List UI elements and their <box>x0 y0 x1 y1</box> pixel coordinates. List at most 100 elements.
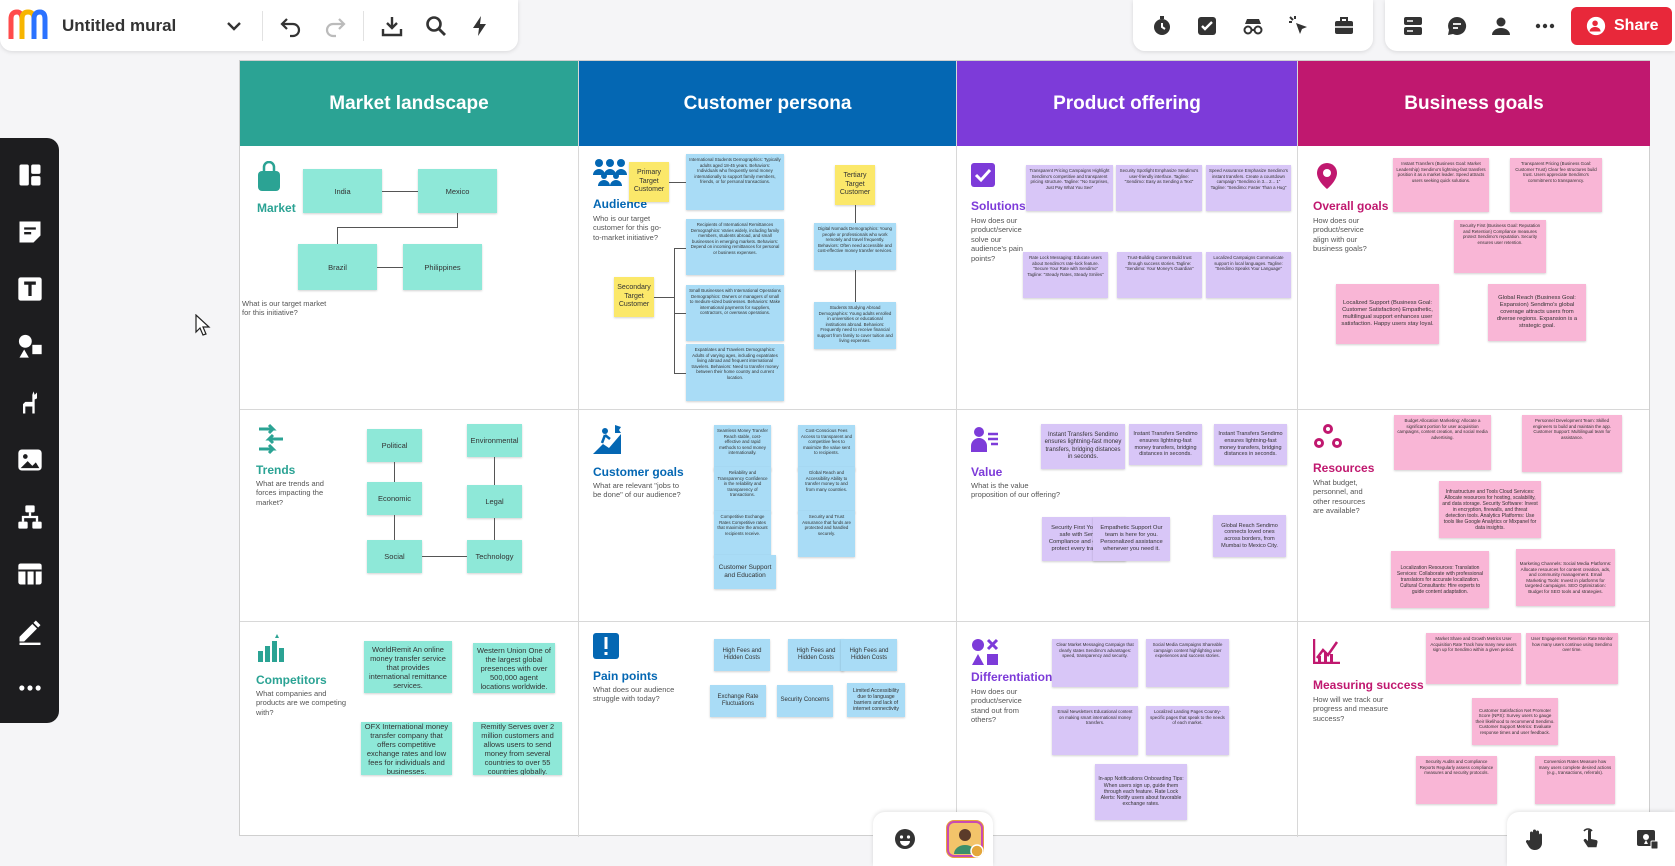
sticky-note[interactable]: Marketing Channels: Social Media Platfor… <box>1516 549 1615 606</box>
sticky-note[interactable]: High Fees and Hidden Costs <box>788 639 844 671</box>
sticky-note[interactable]: OFX International money transfer company… <box>361 722 452 775</box>
persona-label[interactable]: Primary Target Customer <box>629 162 669 202</box>
lightning-icon[interactable] <box>458 4 502 48</box>
touch-gesture-icon[interactable] <box>1569 817 1613 861</box>
map-navigator-icon[interactable] <box>1625 817 1669 861</box>
sticky-note[interactable]: Empathetic Support Our team is here for … <box>1093 517 1170 561</box>
sticky-note[interactable]: Cost-Conscious Fees Access to transparen… <box>798 425 855 471</box>
sticky-note[interactable]: High Fees and Hidden Costs <box>841 639 897 671</box>
sticky-note[interactable]: Limited Accessibility due to language ba… <box>847 683 905 717</box>
llama-icon[interactable] <box>0 374 59 431</box>
sticky-note[interactable]: Email Newsletters Educational content on… <box>1052 706 1138 755</box>
sticky-note[interactable]: Seamless Money Transfer Reach stable, co… <box>714 425 771 471</box>
sticky-note[interactable]: Philippines <box>403 244 482 290</box>
sticky-note[interactable]: Rate Lock Messaging: Educate users about… <box>1023 252 1108 298</box>
sticky-note[interactable]: Localization Resources: Translation Serv… <box>1391 551 1489 608</box>
more-tools-icon[interactable] <box>0 659 59 716</box>
sticky-note[interactable]: Legal <box>467 485 522 518</box>
sticky-note[interactable]: Conversion Rates Measure how many users … <box>1535 756 1615 804</box>
sticky-note[interactable]: Customer Satisfaction Net Promoter Score… <box>1472 698 1558 745</box>
toolkit-icon[interactable] <box>1322 4 1366 48</box>
sticky-note[interactable]: Localized Support (Business Goal: Custom… <box>1336 284 1439 344</box>
sticky-note[interactable]: Transparent Pricing Campaigns Highlight … <box>1026 165 1113 211</box>
sticky-note[interactable]: Exchange Rate Fluctuations <box>710 685 766 717</box>
sticky-note[interactable]: Remitly Serves over 2 million customers … <box>473 722 562 775</box>
sticky-note[interactable]: Clear Market Messaging Campaign that cle… <box>1052 639 1138 687</box>
sticky-note[interactable]: Digital Nomads Demographics: Young peopl… <box>814 223 896 270</box>
sticky-note[interactable]: WorldRemit An online money transfer serv… <box>364 641 452 693</box>
sticky-note[interactable]: Social <box>367 540 422 573</box>
sticky-note[interactable]: In-app Notifications Onboarding Tips: Wh… <box>1095 764 1187 820</box>
sticky-note[interactable]: Political <box>367 429 422 462</box>
persona-label[interactable]: Tertiary Target Customer <box>835 165 875 205</box>
more-icon[interactable] <box>1523 4 1567 48</box>
sticky-note[interactable]: Environmental <box>467 424 522 457</box>
sticky-note[interactable]: Customer Support and Education <box>714 555 776 589</box>
sticky-note[interactable]: Brazil <box>298 244 377 290</box>
canvas-board[interactable]: Market landscape Customer persona Produc… <box>239 60 1650 837</box>
timer-icon[interactable] <box>1140 4 1184 48</box>
sticky-note[interactable]: Technology <box>467 540 522 573</box>
mural-title[interactable]: Untitled mural <box>62 16 212 36</box>
sticky-note[interactable]: Infrastructure and Tools Cloud Services:… <box>1439 481 1541 538</box>
sticky-note[interactable]: International Students Demographics: Typ… <box>686 154 784 210</box>
checkbox-icon[interactable] <box>1185 4 1229 48</box>
sticky-note[interactable]: Instant Transfers Sendimo ensures lightn… <box>1214 424 1287 465</box>
download-icon[interactable] <box>370 4 414 48</box>
sticky-note[interactable]: Instant Transfers Sendimo ensures lightn… <box>1041 424 1125 469</box>
sticky-note[interactable]: Reliability and Transparency Confidence … <box>714 467 771 513</box>
hand-icon[interactable] <box>1513 817 1557 861</box>
sticky-note[interactable]: Global Reach (Business Goal: Expansion) … <box>1488 284 1586 341</box>
sticky-note[interactable]: Competitive Exchange Rates Competitive r… <box>714 511 771 557</box>
image-icon[interactable] <box>0 431 59 488</box>
mural-logo[interactable] <box>8 4 52 48</box>
comment-icon[interactable] <box>1435 4 1479 48</box>
sticky-note[interactable]: Western Union One of the largest global … <box>473 643 555 693</box>
avatar[interactable] <box>945 820 984 858</box>
sticky-note[interactable]: Budget Allocation Marketing: Allocate a … <box>1394 415 1491 470</box>
sticky-note[interactable]: Market Share and Growth Metrics User Acq… <box>1426 633 1521 684</box>
persona-label[interactable]: Secondary Target Customer <box>614 277 654 317</box>
outline-icon[interactable] <box>1391 4 1435 48</box>
sticky-note[interactable]: India <box>303 169 382 213</box>
sticky-note[interactable]: Speed Assurance Emphasize Sendimo's inst… <box>1206 165 1291 211</box>
sticky-note[interactable]: Students Studying Abroad Demographics: Y… <box>814 302 896 349</box>
templates-icon[interactable] <box>0 146 59 203</box>
sticky-note[interactable]: Security Spotlight Emphasize Sendimo's u… <box>1116 165 1202 211</box>
sticky-note[interactable]: Instant Transfers Sendimo ensures lightn… <box>1129 424 1202 465</box>
pen-icon[interactable] <box>0 602 59 659</box>
sticky-note[interactable]: Personnel Development Team: Skilled engi… <box>1522 415 1622 472</box>
laser-pointer-icon[interactable] <box>1277 4 1321 48</box>
sticky-note[interactable]: Economic <box>367 482 422 515</box>
sticky-note-icon[interactable] <box>0 203 59 260</box>
sticky-note[interactable]: Recipients of International Remittances … <box>686 219 784 275</box>
sticky-note[interactable]: Global Reach Sendimo connects loved ones… <box>1213 515 1286 557</box>
sticky-note[interactable]: Localized Campaigns Communicate support … <box>1206 252 1291 298</box>
sticky-note[interactable]: Security First (Business Goal: Reputatio… <box>1454 220 1546 273</box>
sticky-note[interactable]: High Fees and Hidden Costs <box>714 639 770 671</box>
sticky-note[interactable]: Expatriates and Travelers Demographics: … <box>686 344 784 401</box>
emoji-icon[interactable] <box>883 817 927 861</box>
shapes-icon[interactable] <box>0 317 59 374</box>
diagram-icon[interactable] <box>0 488 59 545</box>
sticky-note[interactable]: Security Concerns <box>777 685 833 717</box>
sticky-note[interactable]: Social Media Campaigns Shareable campaig… <box>1146 639 1229 687</box>
private-mode-icon[interactable] <box>1231 4 1275 48</box>
redo-icon[interactable] <box>313 4 357 48</box>
text-icon[interactable] <box>0 260 59 317</box>
sticky-note[interactable]: Instant Transfers (Business Goal: Market… <box>1393 158 1489 212</box>
sticky-note[interactable]: Global Reach and Accessibility Ability t… <box>798 467 855 513</box>
sticky-note[interactable]: User Engagement Retention Rate Monitor h… <box>1526 633 1618 684</box>
search-icon[interactable] <box>414 4 458 48</box>
user-icon[interactable] <box>1479 4 1523 48</box>
sticky-note[interactable]: Localized Landing Pages Country-specific… <box>1146 706 1229 755</box>
sticky-note[interactable]: Transparent Pricing (Business Goal: Cust… <box>1510 158 1602 212</box>
sticky-note[interactable]: Trust-Building Content Build trust throu… <box>1117 252 1202 298</box>
sticky-note[interactable]: Mexico <box>418 169 497 213</box>
sticky-note[interactable]: Security and Trust Assurance that funds … <box>798 511 855 557</box>
chevron-down-icon[interactable] <box>212 4 256 48</box>
sticky-note[interactable]: Security Audits and Compliance Reports R… <box>1416 756 1497 804</box>
table-icon[interactable] <box>0 545 59 602</box>
sticky-note[interactable]: Small Businesses with International Oper… <box>686 285 784 341</box>
share-button[interactable]: Share <box>1571 6 1673 45</box>
